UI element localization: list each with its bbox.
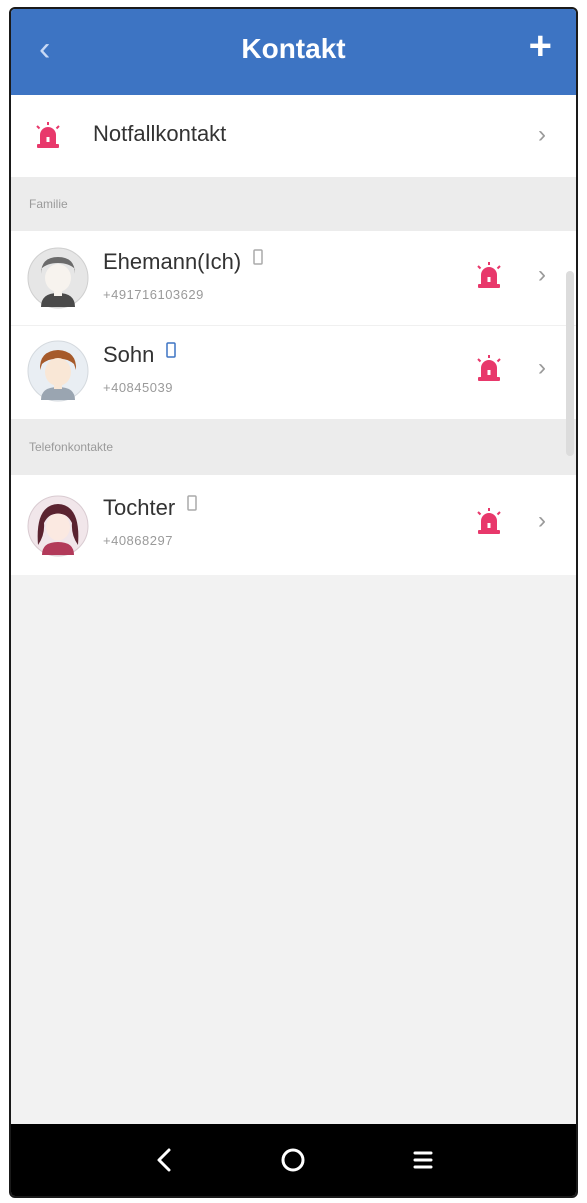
contact-name: Ehemann(Ich)	[103, 249, 263, 275]
contact-name: Tochter	[103, 495, 197, 521]
device-frame: ‹ Kontakt + Notfallkontakt › Familie Ehe…	[0, 0, 587, 1203]
siren-icon[interactable]	[474, 261, 504, 291]
scrollbar[interactable]	[566, 271, 574, 456]
phone-screen: ‹ Kontakt + Notfallkontakt › Familie Ehe…	[9, 7, 578, 1198]
section-header-family: Familie	[11, 177, 576, 231]
contact-number: +40845039	[103, 380, 173, 395]
siren-icon[interactable]	[474, 507, 504, 537]
system-nav-bar	[11, 1124, 576, 1196]
contact-name: Sohn	[103, 342, 177, 368]
emergency-contact-row[interactable]: Notfallkontakt ›	[11, 95, 576, 177]
chevron-right-icon: ›	[538, 261, 546, 288]
section-header-phone-contacts: Telefonkontakte	[11, 419, 576, 475]
chevron-right-icon: ›	[538, 121, 546, 148]
siren-icon	[36, 122, 60, 148]
siren-icon[interactable]	[474, 354, 504, 384]
smartphone-icon	[253, 249, 263, 265]
contact-number: +491716103629	[103, 287, 204, 302]
app-bar: ‹ Kontakt +	[11, 9, 576, 95]
avatar-grey-icon	[27, 247, 89, 309]
contact-row-son[interactable]: Sohn +40845039 ›	[11, 325, 576, 420]
contact-number: +40868297	[103, 533, 173, 548]
chevron-right-icon: ›	[538, 354, 546, 381]
contact-row-husband[interactable]: Ehemann(Ich) +491716103629 ›	[11, 231, 576, 325]
page-title: Kontakt	[241, 33, 346, 64]
nav-recents-icon[interactable]	[405, 1142, 441, 1178]
plus-icon[interactable]: +	[529, 25, 552, 67]
avatar-girl-icon	[27, 495, 89, 557]
nav-back-icon[interactable]	[147, 1142, 183, 1178]
smartphone-icon	[187, 495, 197, 511]
nav-home-icon[interactable]	[275, 1142, 311, 1178]
contact-row-daughter[interactable]: Tochter +40868297 ›	[11, 475, 576, 575]
avatar-boy-icon	[27, 340, 89, 402]
emergency-contact-label: Notfallkontakt	[93, 121, 227, 146]
smartphone-icon	[166, 342, 177, 358]
chevron-right-icon: ›	[538, 507, 546, 534]
